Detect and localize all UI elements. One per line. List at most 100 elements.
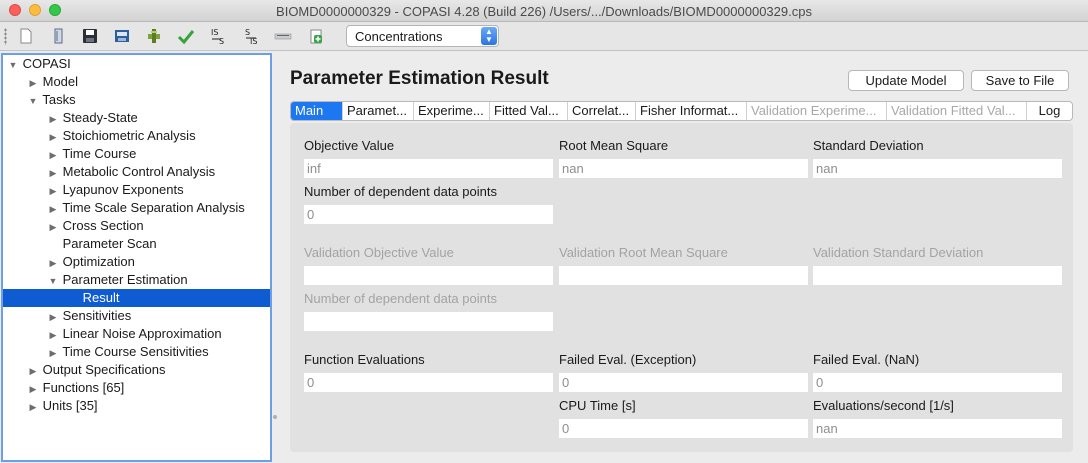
collapsed-arrow-icon[interactable]: ▶ xyxy=(47,344,59,362)
collapsed-arrow-icon[interactable]: ▶ xyxy=(47,110,59,128)
page-title: Parameter Estimation Result xyxy=(290,68,549,89)
tree-item-model[interactable]: ▶ Model xyxy=(3,73,270,91)
tree-item-steady-state[interactable]: ▶ Steady-State xyxy=(3,109,270,127)
validation-dependent-points-field[interactable] xyxy=(304,312,553,331)
tree-item-stoichiometric-analysis[interactable]: ▶ Stoichiometric Analysis xyxy=(3,127,270,145)
collapsed-arrow-icon[interactable]: ▶ xyxy=(47,200,59,218)
tree-item-label: Output Specifications xyxy=(42,362,166,377)
export-sbml-button[interactable]: S IS xyxy=(240,25,264,47)
collapsed-arrow-icon[interactable]: ▶ xyxy=(47,182,59,200)
tree-item-cross-section[interactable]: ▶ Cross Section xyxy=(3,217,270,235)
update-model-button[interactable]: Update Model xyxy=(848,70,964,91)
new-file-button[interactable] xyxy=(14,25,38,47)
collapsed-arrow-icon[interactable]: ▶ xyxy=(27,398,39,416)
add-button[interactable] xyxy=(304,25,328,47)
tab-correlation[interactable]: Correlat... xyxy=(568,102,636,120)
save-icon xyxy=(83,29,97,43)
collapsed-arrow-icon[interactable]: ▶ xyxy=(47,308,59,326)
tree-item-time-course[interactable]: ▶ Time Course xyxy=(3,145,270,163)
tab-fisher-information[interactable]: Fisher Informat... xyxy=(636,102,747,120)
tree-item-time-scale-separation-analysis[interactable]: ▶ Time Scale Separation Analysis xyxy=(3,199,270,217)
function-evaluations-field[interactable]: 0 xyxy=(304,373,553,392)
tree-item-label: Result xyxy=(82,290,120,305)
collapsed-arrow-icon[interactable]: ▶ xyxy=(27,362,39,380)
dependent-points-label: Number of dependent data points xyxy=(304,184,497,199)
tree-item-tasks[interactable]: ▼ Tasks xyxy=(3,91,270,109)
chevron-updown-icon: ▲ ▼ xyxy=(481,27,497,45)
failed-eval-nan-field[interactable]: 0 xyxy=(813,373,1062,392)
dependent-points-field[interactable]: 0 xyxy=(304,205,553,224)
collapsed-arrow-icon[interactable]: ▶ xyxy=(47,254,59,272)
tree-item-label: Linear Noise Approximation xyxy=(62,326,222,341)
tree-item-parameter-estimation[interactable]: ▼ Parameter Estimation xyxy=(3,271,270,289)
collapsed-arrow-icon[interactable]: ▶ xyxy=(47,146,59,164)
tab-parameters[interactable]: Paramet... xyxy=(343,102,414,120)
tab-fitted-values[interactable]: Fitted Val... xyxy=(490,102,568,120)
standard-deviation-field[interactable]: nan xyxy=(813,159,1062,178)
tree-item-label: Cross Section xyxy=(62,218,144,233)
quantity-type-select[interactable]: Concentrations ▲ ▼ xyxy=(346,25,499,47)
open-button[interactable] xyxy=(47,25,71,47)
root-mean-square-field[interactable]: nan xyxy=(559,159,808,178)
tree-item-label: Time Scale Separation Analysis xyxy=(62,200,245,215)
import-sbml-icon: IS S xyxy=(211,28,224,45)
result-tabs: Main Paramet... Experime... Fitted Val..… xyxy=(290,101,1073,121)
accept-button[interactable] xyxy=(174,25,198,47)
tree-item-parameter-scan[interactable]: Parameter Scan xyxy=(3,235,270,253)
collapsed-arrow-icon[interactable]: ▶ xyxy=(27,74,39,92)
tree-item-lyapunov-exponents[interactable]: ▶ Lyapunov Exponents xyxy=(3,181,270,199)
tree-item-linear-noise-approximation[interactable]: ▶ Linear Noise Approximation xyxy=(3,325,270,343)
expanded-arrow-icon[interactable]: ▼ xyxy=(7,56,19,74)
validation-standard-deviation-field[interactable] xyxy=(813,266,1062,285)
validation-root-mean-square-field[interactable] xyxy=(559,266,808,285)
tree-item-label: Parameter Estimation xyxy=(62,272,188,287)
validation-objective-value-label: Validation Objective Value xyxy=(304,245,454,260)
validation-objective-value-field[interactable] xyxy=(304,266,553,285)
save-button[interactable] xyxy=(78,25,102,47)
toolbar-grip[interactable] xyxy=(4,28,7,45)
failed-eval-exception-field[interactable]: 0 xyxy=(559,373,808,392)
import-sbml-button[interactable]: IS S xyxy=(206,25,230,47)
tree-item-functions[interactable]: ▶ Functions [65] xyxy=(3,379,270,397)
check-model-button[interactable] xyxy=(142,25,166,47)
tree-item-output-specifications[interactable]: ▶ Output Specifications xyxy=(3,361,270,379)
tree-item-label: Metabolic Control Analysis xyxy=(62,164,216,179)
window-title: BIOMD0000000329 - COPASI 4.28 (Build 226… xyxy=(276,4,812,19)
save-as-button[interactable] xyxy=(110,25,134,47)
tree-item-optimization[interactable]: ▶ Optimization xyxy=(3,253,270,271)
slider-button[interactable] xyxy=(271,25,295,47)
tab-experiments[interactable]: Experime... xyxy=(414,102,490,120)
evaluations-per-second-field[interactable]: nan xyxy=(813,419,1062,438)
navigation-tree[interactable]: ▼ COPASI ▶ Model ▼ Tasks ▶ Steady-State … xyxy=(1,53,272,462)
collapsed-arrow-icon[interactable]: ▶ xyxy=(47,326,59,344)
tab-validation-fitted-values[interactable]: Validation Fitted Val... xyxy=(887,102,1027,120)
objective-value-field[interactable]: inf xyxy=(304,159,553,178)
tree-item-units[interactable]: ▶ Units [35] xyxy=(3,397,270,415)
slider-icon xyxy=(274,33,292,40)
tree-item-result[interactable]: Result xyxy=(3,289,270,307)
tab-log[interactable]: Log xyxy=(1027,102,1072,120)
collapsed-arrow-icon[interactable]: ▶ xyxy=(27,380,39,398)
quantity-type-value: Concentrations xyxy=(355,29,443,44)
tree-item-label: Functions [65] xyxy=(42,380,125,395)
validation-standard-deviation-label: Validation Standard Deviation xyxy=(813,245,984,260)
splitter-handle[interactable] xyxy=(273,415,277,419)
accept-icon xyxy=(177,30,195,45)
tree-item-metabolic-control-analysis[interactable]: ▶ Metabolic Control Analysis xyxy=(3,163,270,181)
expanded-arrow-icon[interactable]: ▼ xyxy=(47,272,59,290)
tab-validation-experiments[interactable]: Validation Experime... xyxy=(747,102,887,120)
tab-main[interactable]: Main xyxy=(291,102,343,120)
cpu-time-field[interactable]: 0 xyxy=(559,419,808,438)
tree-item-time-course-sensitivities[interactable]: ▶ Time Course Sensitivities xyxy=(3,343,270,361)
collapsed-arrow-icon[interactable]: ▶ xyxy=(47,128,59,146)
collapsed-arrow-icon[interactable]: ▶ xyxy=(47,218,59,236)
tree-item-label: Sensitivities xyxy=(62,308,132,323)
tree-item-sensitivities[interactable]: ▶ Sensitivities xyxy=(3,307,270,325)
tree-item-label: Time Course Sensitivities xyxy=(62,344,209,359)
save-to-file-button[interactable]: Save to File xyxy=(971,70,1069,91)
collapsed-arrow-icon[interactable]: ▶ xyxy=(47,164,59,182)
tree-item-copasi[interactable]: ▼ COPASI xyxy=(3,55,270,73)
expanded-arrow-icon[interactable]: ▼ xyxy=(27,92,39,110)
new-file-icon xyxy=(20,28,32,44)
root-mean-square-label: Root Mean Square xyxy=(559,138,669,153)
